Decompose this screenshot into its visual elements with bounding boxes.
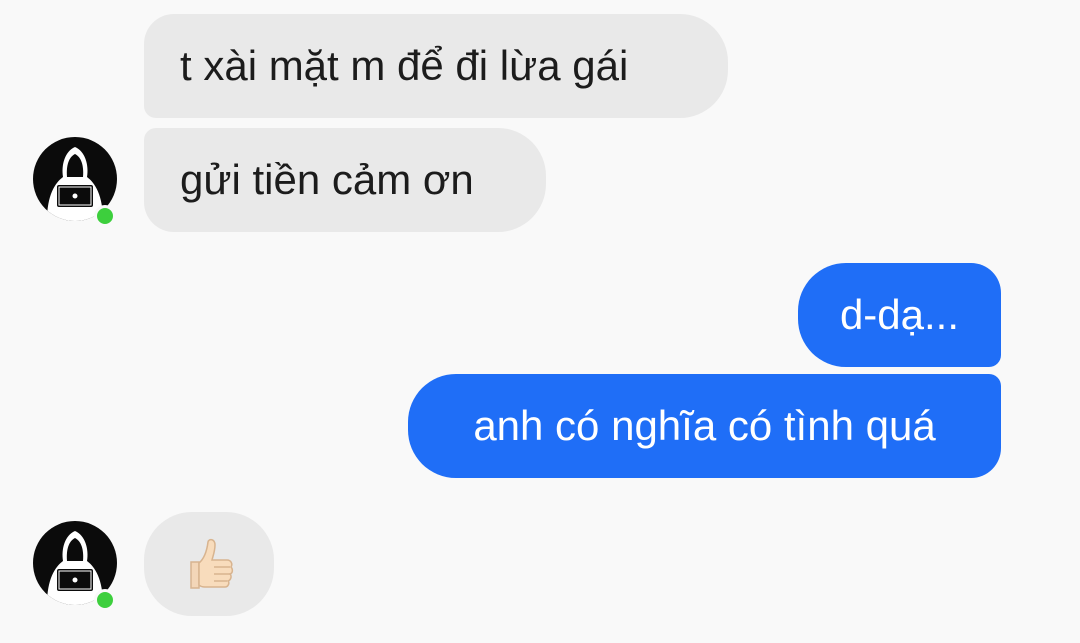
contact-avatar[interactable]: [33, 137, 117, 227]
online-status-dot: [94, 589, 116, 611]
online-status-dot: [94, 205, 116, 227]
message-text: t xài mặt m để đi lừa gái: [180, 42, 629, 89]
incoming-emoji-bubble[interactable]: 👍🏻: [144, 512, 274, 616]
outgoing-message-bubble[interactable]: anh có nghĩa có tình quá: [408, 374, 1001, 478]
message-text: anh có nghĩa có tình quá: [473, 402, 936, 449]
message-text: gửi tiền cảm ơn: [180, 156, 474, 203]
incoming-message-bubble[interactable]: gửi tiền cảm ơn: [144, 128, 546, 232]
outgoing-message-bubble[interactable]: d-dạ...: [798, 263, 1001, 367]
contact-avatar[interactable]: [33, 521, 117, 611]
message-text: d-dạ...: [839, 291, 960, 338]
incoming-message-bubble[interactable]: t xài mặt m để đi lừa gái: [144, 14, 728, 118]
thumbs-up-icon: [190, 538, 234, 589]
